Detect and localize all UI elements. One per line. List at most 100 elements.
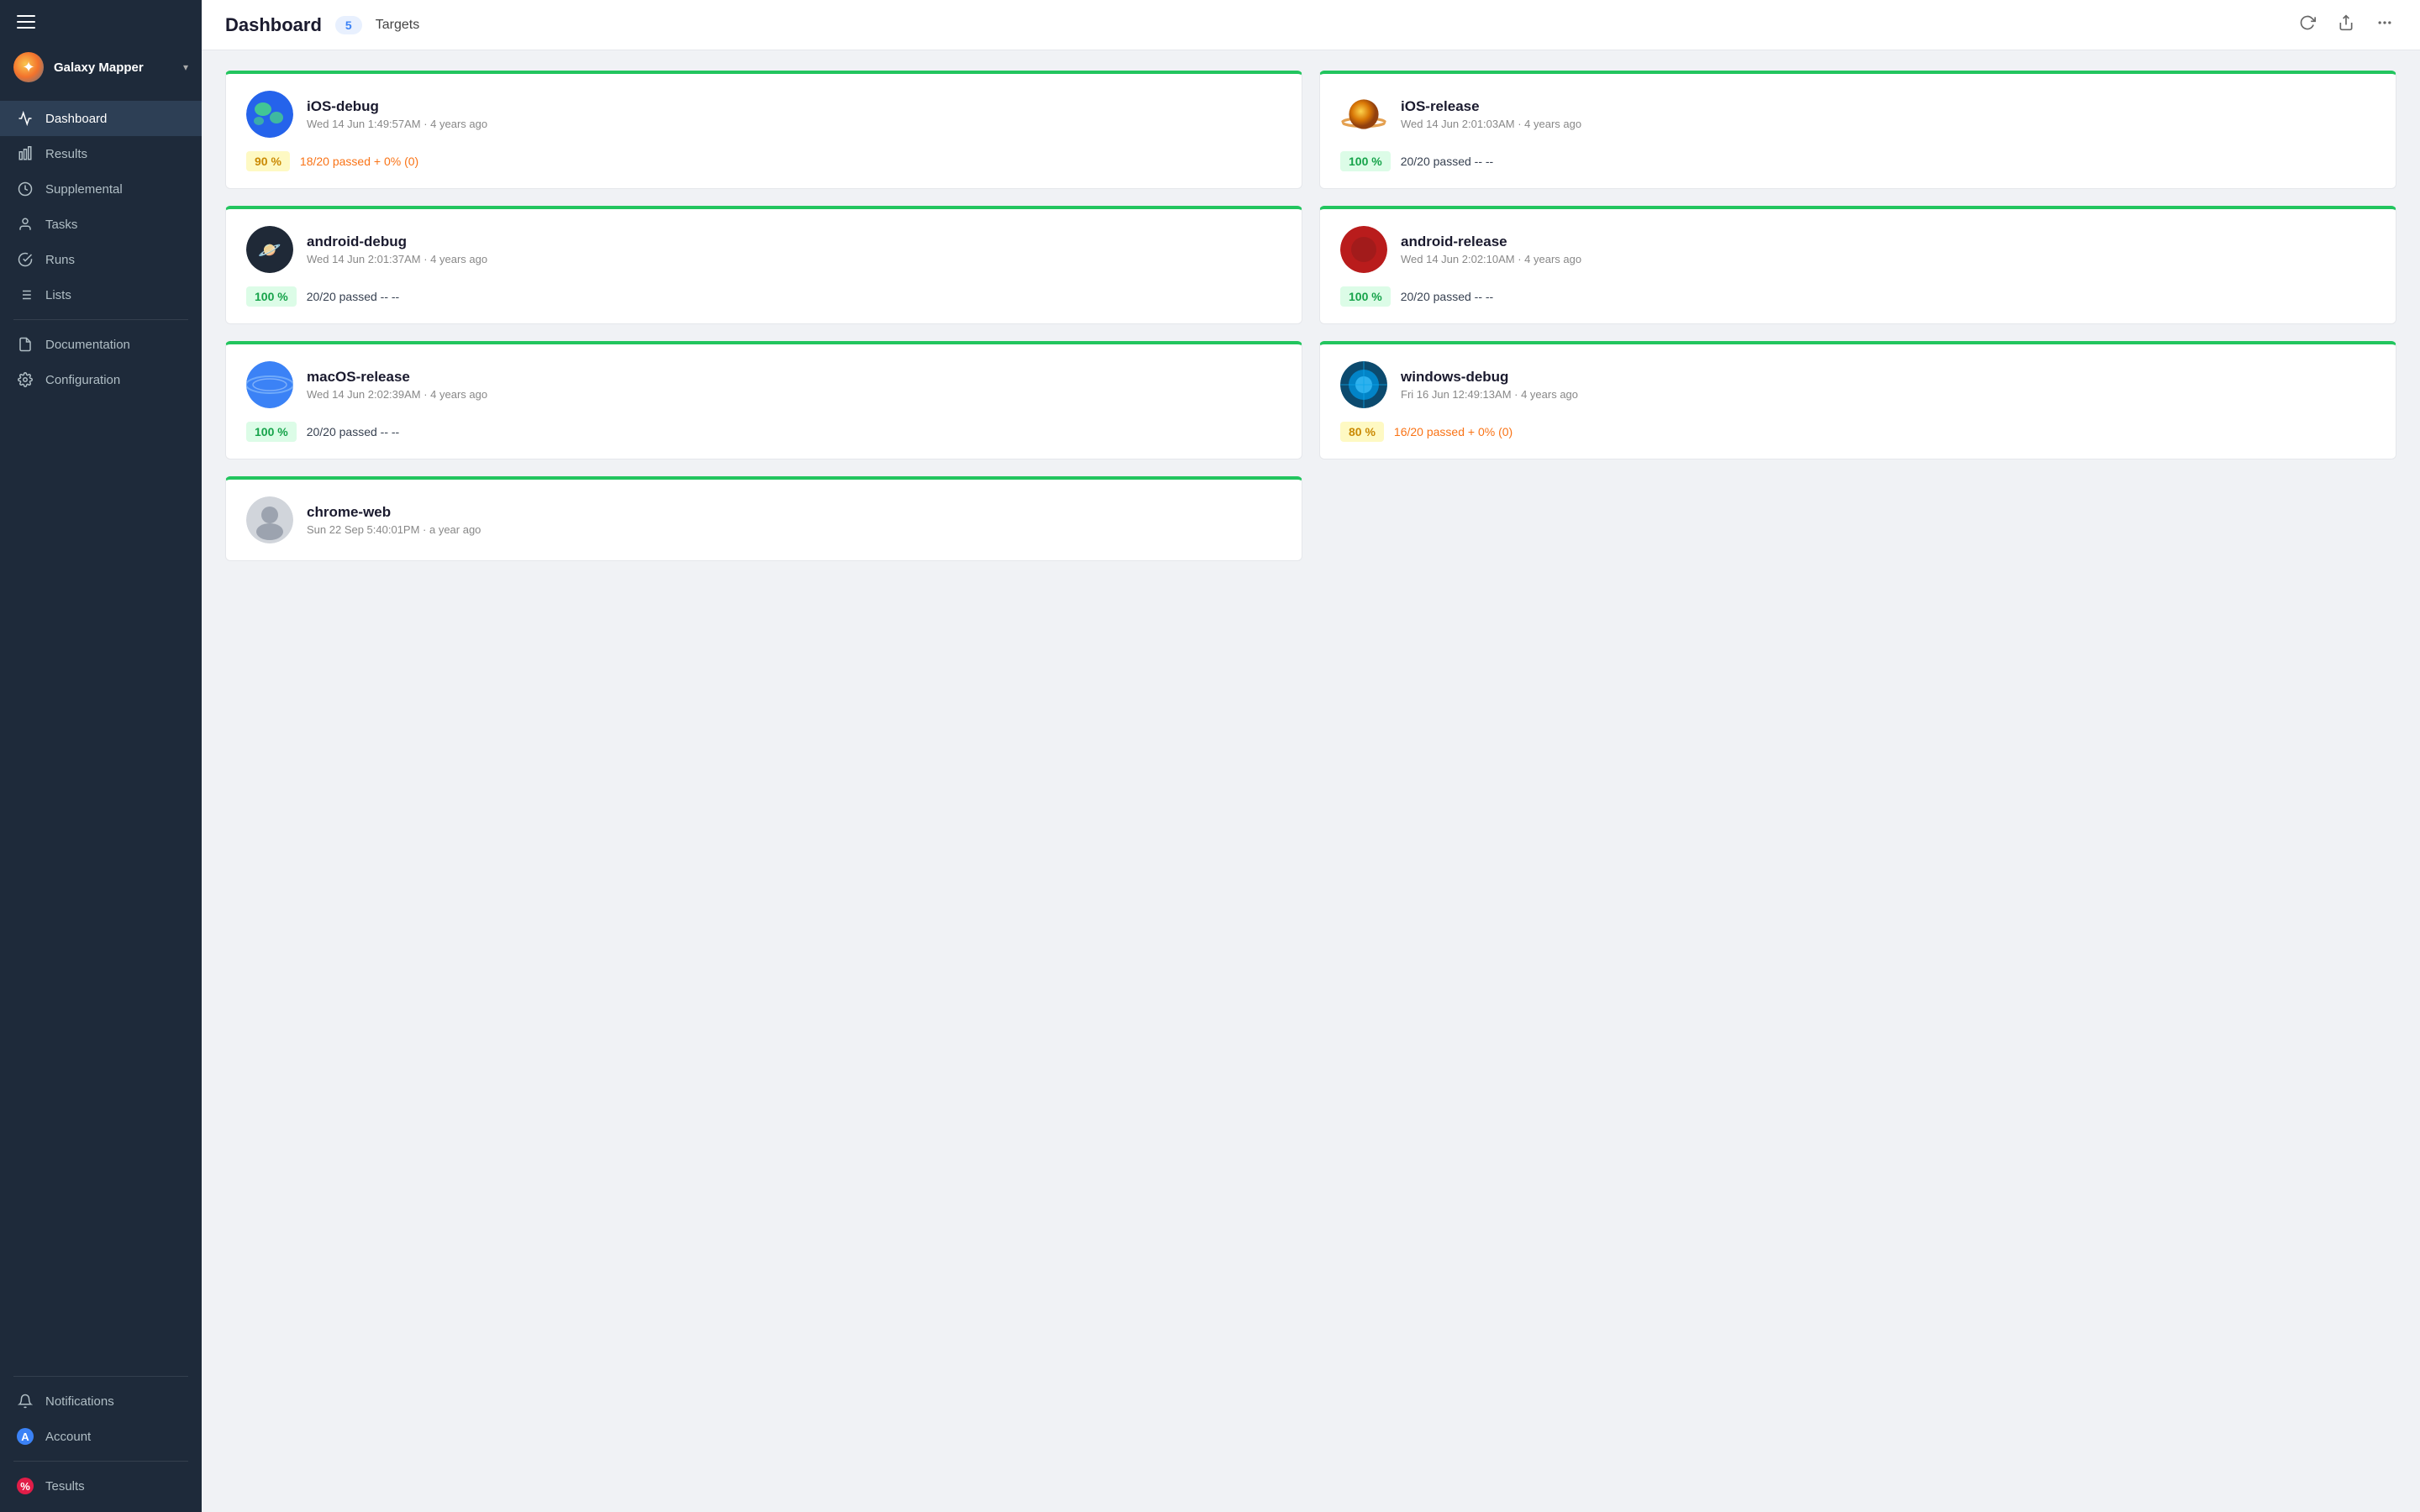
sidebar-item-notifications[interactable]: Notifications xyxy=(0,1383,202,1419)
planet-avatar xyxy=(1340,91,1387,138)
sidebar-item-lists-label: Lists xyxy=(45,288,71,302)
card-name: iOS-release xyxy=(1401,98,2375,115)
passed-info: 18/20 passed + 0% (0) xyxy=(300,155,418,168)
sidebar-item-dashboard[interactable]: Dashboard xyxy=(0,101,202,136)
sidebar-item-documentation-label: Documentation xyxy=(45,338,130,352)
card-stats-android-debug: 100 % 20/20 passed -- -- xyxy=(246,286,1281,307)
card-android-debug[interactable]: 🪐 android-debug Wed 14 Jun 2:01:37AM · 4… xyxy=(225,206,1302,324)
card-header: android-release Wed 14 Jun 2:02:10AM · 4… xyxy=(1340,226,2375,273)
sidebar-item-tasks[interactable]: Tasks xyxy=(0,207,202,242)
card-date: Wed 14 Jun 2:02:10AM · 4 years ago xyxy=(1401,253,2375,265)
svg-text:🪐: 🪐 xyxy=(258,239,281,260)
card-stats-android-release: 100 % 20/20 passed -- -- xyxy=(1340,286,2375,307)
planet-avatar xyxy=(1340,226,1387,273)
sidebar-item-configuration[interactable]: Configuration xyxy=(0,362,202,397)
header-actions xyxy=(2296,11,2396,39)
header: Dashboard 5 Targets xyxy=(202,0,2420,50)
passed-info: 16/20 passed + 0% (0) xyxy=(1394,425,1512,438)
page-title: Dashboard xyxy=(225,14,322,36)
card-chrome-web[interactable]: chrome-web Sun 22 Sep 5:40:01PM · a year… xyxy=(225,476,1302,561)
card-name: iOS-debug xyxy=(307,98,1281,115)
card-ios-release[interactable]: iOS-release Wed 14 Jun 2:01:03AM · 4 yea… xyxy=(1319,71,2396,189)
sidebar-item-tesults[interactable]: % Tesults xyxy=(0,1468,202,1504)
card-info: chrome-web Sun 22 Sep 5:40:01PM · a year… xyxy=(307,504,1281,536)
passed-info: 20/20 passed -- -- xyxy=(1401,155,1494,168)
percentage-badge: 100 % xyxy=(1340,286,1391,307)
nav-divider-2 xyxy=(13,1376,188,1377)
card-header: macOS-release Wed 14 Jun 2:02:39AM · 4 y… xyxy=(246,361,1281,408)
nav-divider-3 xyxy=(13,1461,188,1462)
card-stats-ios-release: 100 % 20/20 passed -- -- xyxy=(1340,151,2375,171)
targets-label: Targets xyxy=(376,18,419,33)
chevron-down-icon: ▾ xyxy=(183,61,188,73)
bell-icon xyxy=(17,1393,34,1410)
refresh-button[interactable] xyxy=(2296,11,2319,39)
list-icon xyxy=(17,286,34,303)
sidebar: ✦ Galaxy Mapper ▾ Dashboard Results Supp… xyxy=(0,0,202,1512)
passed-info: 20/20 passed -- -- xyxy=(307,290,400,303)
sidebar-item-runs[interactable]: Runs xyxy=(0,242,202,277)
card-date: Wed 14 Jun 2:02:39AM · 4 years ago xyxy=(307,388,1281,401)
sidebar-item-results[interactable]: Results xyxy=(0,136,202,171)
card-name: chrome-web xyxy=(307,504,1281,521)
card-android-release[interactable]: android-release Wed 14 Jun 2:02:10AM · 4… xyxy=(1319,206,2396,324)
passed-info: 20/20 passed -- -- xyxy=(1401,290,1494,303)
sidebar-item-runs-label: Runs xyxy=(45,253,75,267)
card-info: android-debug Wed 14 Jun 2:01:37AM · 4 y… xyxy=(307,234,1281,265)
bar-chart-icon xyxy=(17,145,34,162)
card-stats-macos-release: 100 % 20/20 passed -- -- xyxy=(246,422,1281,442)
more-button[interactable] xyxy=(2373,11,2396,39)
percentage-badge: 100 % xyxy=(246,286,297,307)
sidebar-item-results-label: Results xyxy=(45,147,87,161)
sidebar-item-supplemental[interactable]: Supplemental xyxy=(0,171,202,207)
sidebar-item-tesults-label: Tesults xyxy=(45,1479,85,1494)
card-info: macOS-release Wed 14 Jun 2:02:39AM · 4 y… xyxy=(307,369,1281,401)
user-circle-icon: A xyxy=(17,1428,34,1445)
sidebar-item-documentation[interactable]: Documentation xyxy=(0,327,202,362)
sidebar-footer: Notifications A Account % Tesults xyxy=(0,1362,202,1512)
percentage-badge: 80 % xyxy=(1340,422,1384,442)
nav-divider-1 xyxy=(13,319,188,320)
percentage-badge: 90 % xyxy=(246,151,290,171)
card-stats-ios-debug: 90 % 18/20 passed + 0% (0) xyxy=(246,151,1281,171)
targets-grid: iOS-debug Wed 14 Jun 1:49:57AM · 4 years… xyxy=(225,71,2396,561)
dashboard-content: iOS-debug Wed 14 Jun 1:49:57AM · 4 years… xyxy=(202,50,2420,1512)
card-header: iOS-debug Wed 14 Jun 1:49:57AM · 4 years… xyxy=(246,91,1281,138)
sidebar-item-account-label: Account xyxy=(45,1430,91,1444)
percentage-badge: 100 % xyxy=(246,422,297,442)
sidebar-item-account[interactable]: A Account xyxy=(0,1419,202,1454)
card-name: android-release xyxy=(1401,234,2375,250)
doc-icon xyxy=(17,336,34,353)
card-date: Sun 22 Sep 5:40:01PM · a year ago xyxy=(307,523,1281,536)
hamburger-button[interactable] xyxy=(0,0,202,44)
hamburger-icon xyxy=(17,15,35,29)
card-date: Wed 14 Jun 1:49:57AM · 4 years ago xyxy=(307,118,1281,130)
workspace-name: Galaxy Mapper xyxy=(54,60,173,75)
card-windows-debug[interactable]: windows-debug Fri 16 Jun 12:49:13AM · 4 … xyxy=(1319,341,2396,459)
card-macos-release[interactable]: macOS-release Wed 14 Jun 2:02:39AM · 4 y… xyxy=(225,341,1302,459)
sidebar-item-supplemental-label: Supplemental xyxy=(45,182,123,197)
card-date: Wed 14 Jun 2:01:37AM · 4 years ago xyxy=(307,253,1281,265)
check-circle-icon xyxy=(17,251,34,268)
card-info: iOS-debug Wed 14 Jun 1:49:57AM · 4 years… xyxy=(307,98,1281,130)
passed-info: 20/20 passed -- -- xyxy=(307,425,400,438)
card-info: windows-debug Fri 16 Jun 12:49:13AM · 4 … xyxy=(1401,369,2375,401)
sidebar-item-lists[interactable]: Lists xyxy=(0,277,202,312)
clock-icon xyxy=(17,181,34,197)
workspace-selector[interactable]: ✦ Galaxy Mapper ▾ xyxy=(0,44,202,96)
card-date: Wed 14 Jun 2:01:03AM · 4 years ago xyxy=(1401,118,2375,130)
card-header: chrome-web Sun 22 Sep 5:40:01PM · a year… xyxy=(246,496,1281,543)
card-stats-windows-debug: 80 % 16/20 passed + 0% (0) xyxy=(1340,422,2375,442)
main-nav: Dashboard Results Supplemental Tasks Run… xyxy=(0,96,202,1362)
main-content: Dashboard 5 Targets iOS-debug Wed 14 Jun… xyxy=(202,0,2420,1512)
sidebar-item-notifications-label: Notifications xyxy=(45,1394,114,1409)
card-header: 🪐 android-debug Wed 14 Jun 2:01:37AM · 4… xyxy=(246,226,1281,273)
sidebar-item-tasks-label: Tasks xyxy=(45,218,77,232)
card-ios-debug[interactable]: iOS-debug Wed 14 Jun 1:49:57AM · 4 years… xyxy=(225,71,1302,189)
person-icon xyxy=(17,216,34,233)
gear-icon xyxy=(17,371,34,388)
percent-icon: % xyxy=(17,1478,34,1494)
share-button[interactable] xyxy=(2334,11,2358,39)
targets-count-badge: 5 xyxy=(335,16,362,34)
card-info: android-release Wed 14 Jun 2:02:10AM · 4… xyxy=(1401,234,2375,265)
